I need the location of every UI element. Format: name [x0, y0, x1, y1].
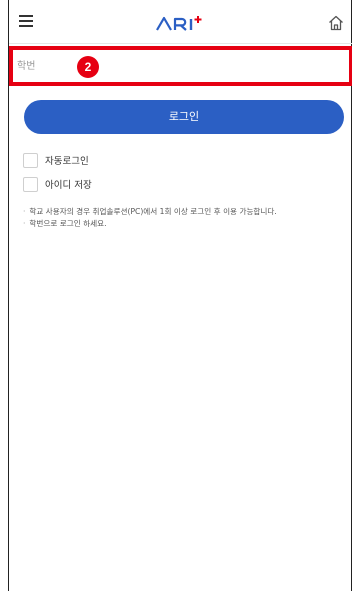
home-icon[interactable]	[327, 14, 345, 32]
hamburger-menu-icon[interactable]	[19, 15, 41, 31]
student-id-field-highlight: 2	[9, 46, 352, 86]
login-notes: 학교 사용자의 경우 취업솔루션(PC)에서 1회 이상 로그인 후 이용 가능…	[23, 206, 343, 230]
top-header	[9, 0, 352, 44]
auto-login-checkbox[interactable]	[23, 152, 38, 168]
note-item: 학번으로 로그인 하세요.	[23, 218, 343, 230]
login-button[interactable]: 로그인	[24, 100, 344, 134]
note-item: 학교 사용자의 경우 취업솔루션(PC)에서 1회 이상 로그인 후 이용 가능…	[23, 206, 343, 218]
auto-login-option[interactable]: 자동로그인	[23, 152, 89, 168]
save-id-label: 아이디 저장	[45, 180, 92, 191]
app-frame: 2 로그인 자동로그인 아이디 저장 학교 사용자의 경우 취업솔루션(PC)에…	[8, 0, 352, 591]
student-id-input[interactable]	[17, 52, 347, 80]
save-id-checkbox[interactable]	[23, 176, 38, 192]
ari-plus-logo	[156, 16, 202, 31]
auto-login-label: 자동로그인	[45, 156, 89, 167]
step-number-badge: 2	[77, 56, 99, 78]
save-id-option[interactable]: 아이디 저장	[23, 176, 92, 192]
